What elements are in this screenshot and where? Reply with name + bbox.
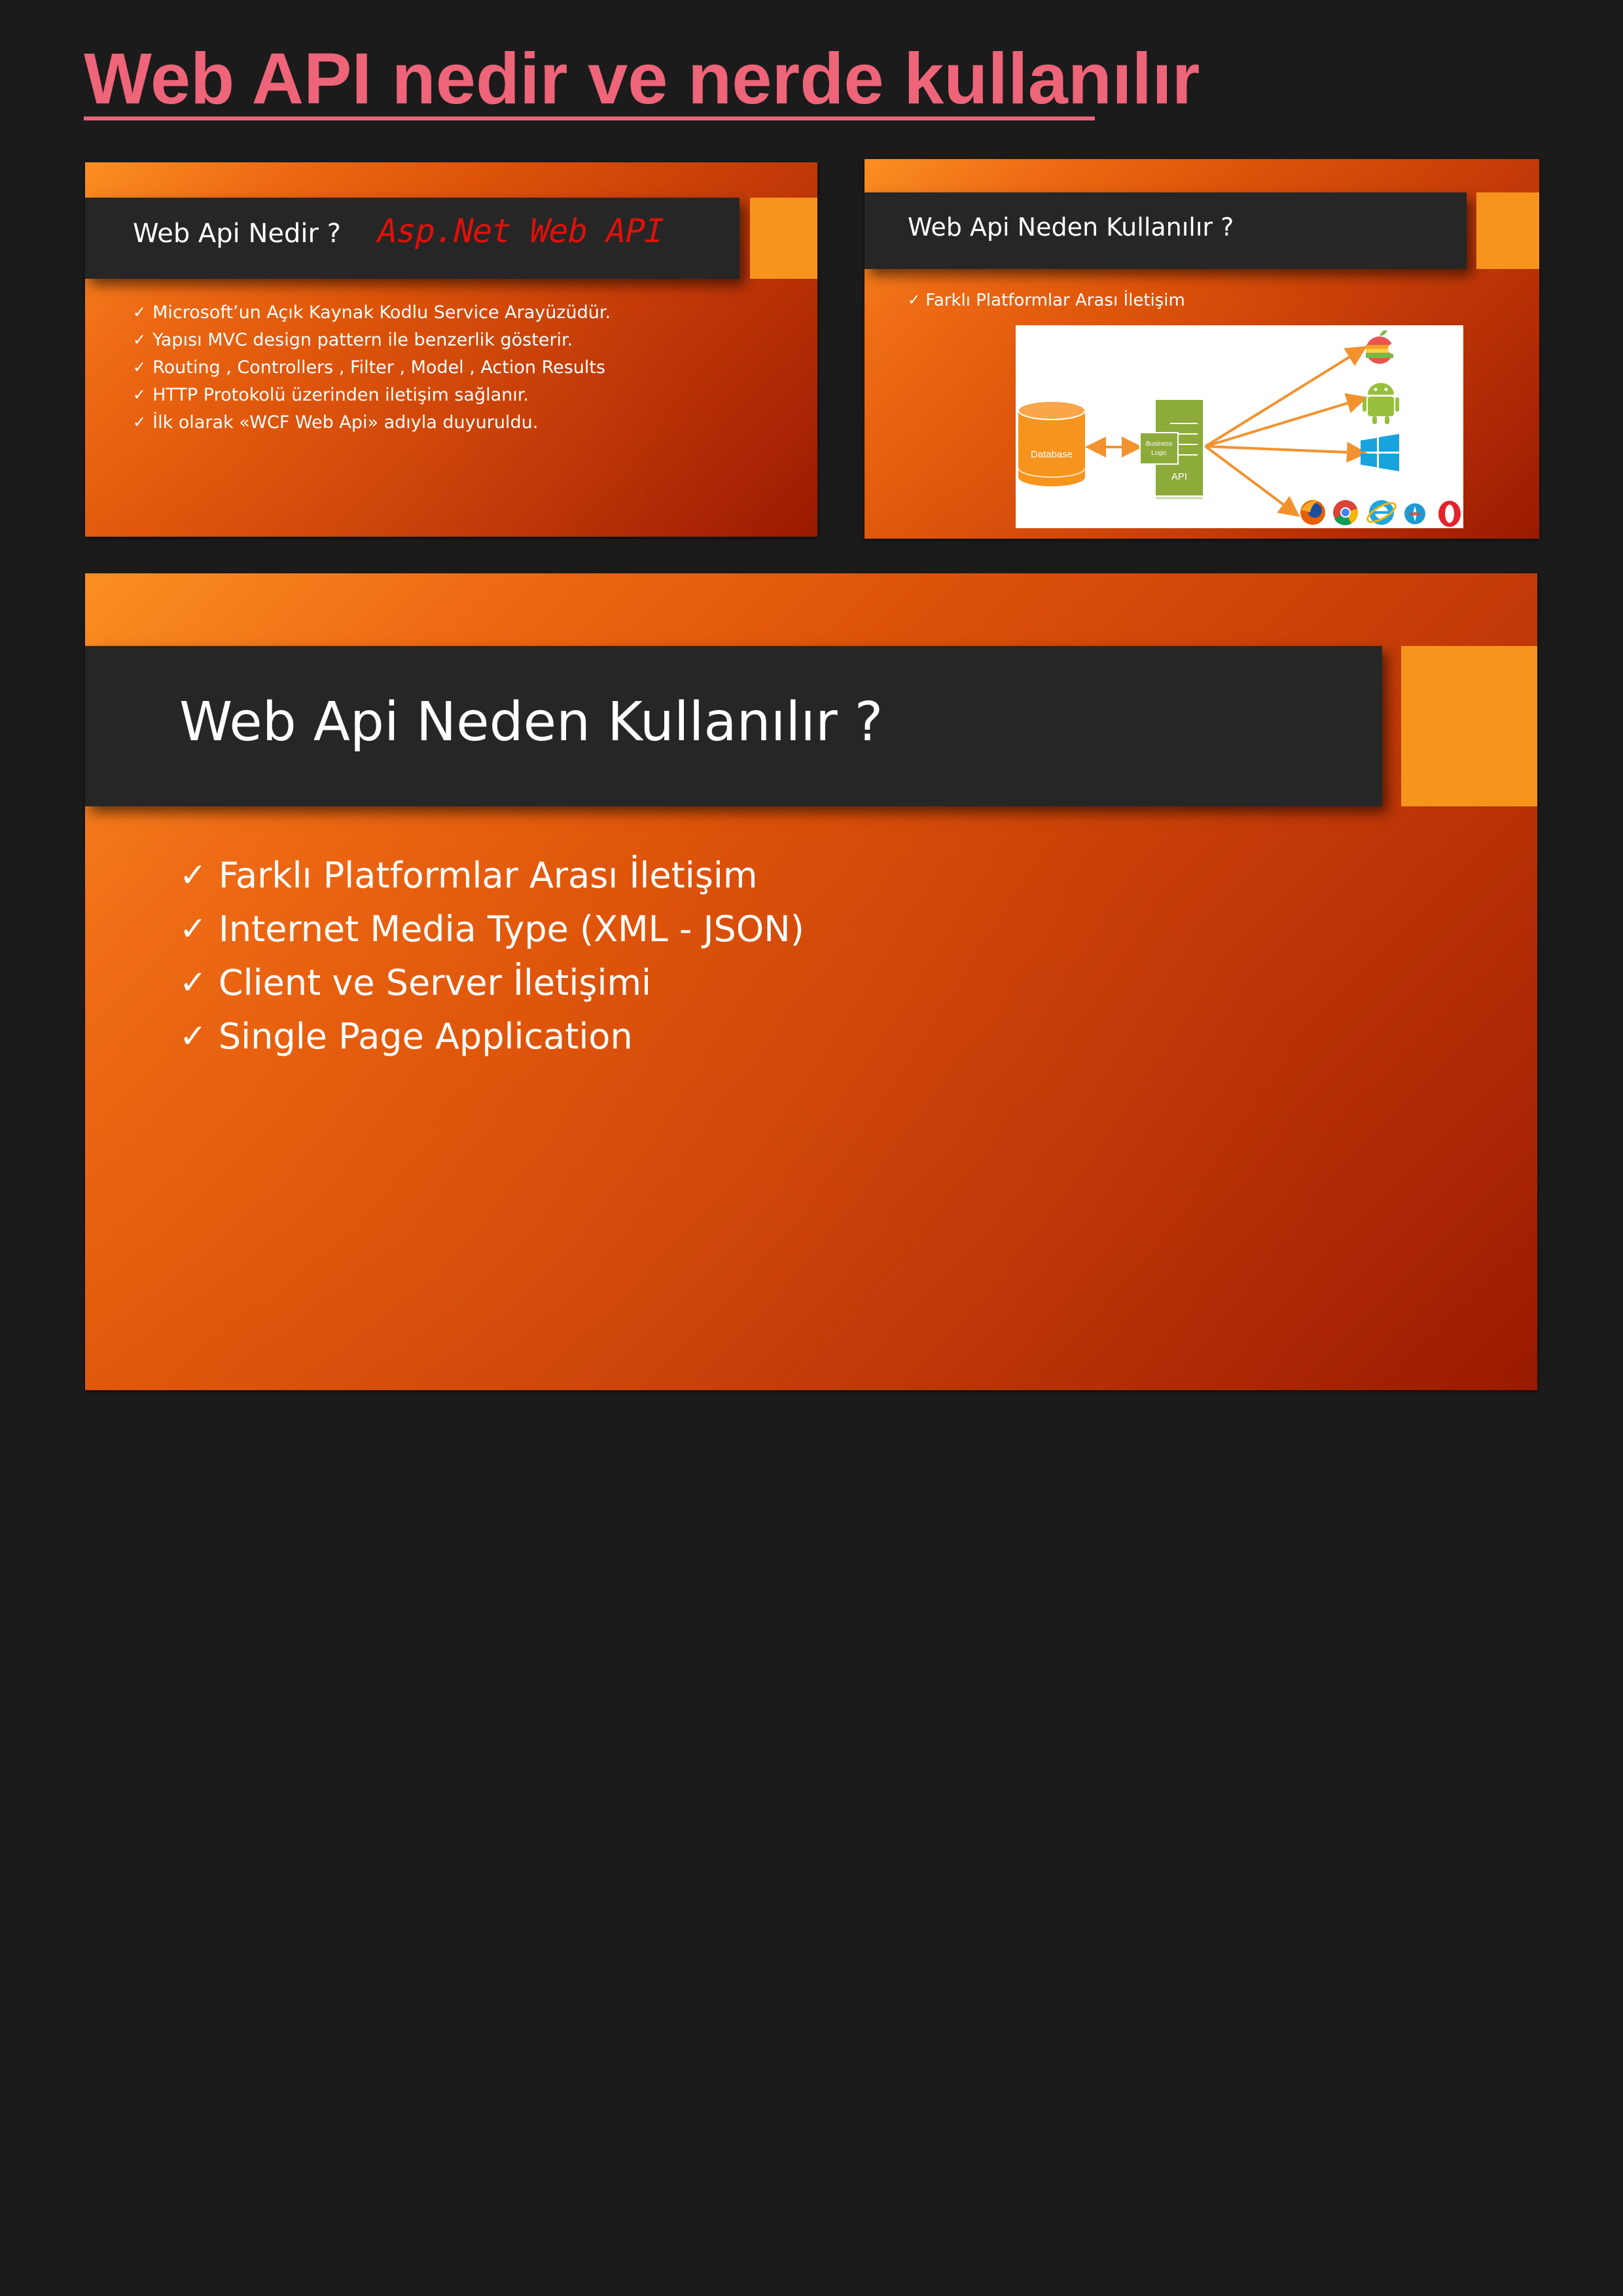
check-icon: ✓ [179, 1017, 207, 1055]
handwritten-annotation: Asp.Net Web API [373, 212, 668, 250]
opera-icon [1438, 501, 1461, 527]
bullet-item: ✓ HTTP Protokolü üzerinden iletişim sağla… [133, 381, 611, 408]
check-icon: ✓ [133, 413, 147, 431]
slide-web-api-neden-small: Web Api Neden Kullanılır ? ✓ Farklı Platf… [865, 159, 1539, 539]
android-icon [1363, 383, 1399, 424]
bullet-text: Internet Media Type (XML - JSON) [218, 908, 804, 950]
bullet-text: Microsoft’un Açık Kaynak Kodlu Service A… [152, 302, 611, 323]
slide-web-api-neden-large: Web Api Neden Kullanılır ? ✓ Farklı Platf… [85, 573, 1537, 1390]
check-icon: ✓ [133, 331, 147, 349]
check-icon: ✓ [133, 303, 147, 321]
database-icon: Database [1018, 401, 1086, 486]
bullet-text: Yapısı MVC design pattern ile benzerlik … [152, 329, 573, 350]
slide-title: Web Api Neden Kullanılır ? [908, 213, 1234, 242]
bullet-text: Routing , Controllers , Filter , Model ,… [152, 357, 606, 378]
slide-accent-square [1401, 646, 1537, 806]
bullet-item: ✓ Routing , Controllers , Filter , Model … [133, 353, 611, 381]
apple-icon [1366, 330, 1399, 364]
safari-icon [1404, 503, 1425, 524]
slide-bullet-list: ✓ Farklı Platformlar Arası İletişim [908, 287, 1185, 314]
bullet-item: ✓ Farklı Platformlar Arası İletişim [908, 287, 1185, 314]
api-label: API [1171, 471, 1187, 482]
slide-title: Web Api Nedir ? [133, 219, 341, 249]
windows-icon [1361, 434, 1399, 471]
bullet-text: Client ve Server İletişimi [218, 961, 652, 1003]
ie-icon [1366, 500, 1397, 525]
bullet-item: ✓ İlk olarak «WCF Web Api» adıyla duyurul… [133, 408, 611, 436]
bullet-item: ✓ Farklı Platformlar Arası İletişim [179, 848, 804, 902]
check-icon: ✓ [179, 963, 207, 1001]
check-icon: ✓ [908, 292, 921, 309]
slide-bullet-list: ✓ Microsoft’un Açık Kaynak Kodlu Service … [133, 298, 611, 436]
business-logic-label: Business [1146, 440, 1173, 448]
check-icon: ✓ [179, 910, 207, 948]
database-label: Database [1031, 449, 1073, 460]
slide-accent-square [750, 198, 817, 279]
slide-accent-square [1476, 192, 1539, 269]
bullet-text: Farklı Platformlar Arası İletişim [925, 291, 1185, 310]
connector-arrows [1204, 346, 1368, 517]
firefox-icon [1300, 500, 1325, 525]
chrome-icon [1333, 500, 1359, 526]
architecture-diagram-svg: Database API Business Logic [1018, 330, 1461, 527]
slide-web-api-nedir: Web Api Nedir ? Asp.Net Web API ✓ Microso… [85, 162, 817, 537]
architecture-diagram: Database API Business Logic [1016, 325, 1463, 528]
bullet-text: HTTP Protokolü üzerinden iletişim sağlan… [152, 384, 529, 405]
business-logic-icon: Business Logic [1139, 432, 1179, 465]
check-icon: ✓ [133, 386, 147, 404]
slide-title: Web Api Neden Kullanılır ? [179, 691, 883, 753]
page-title-underline [84, 117, 1095, 120]
bullet-item: ✓ Single Page Application [179, 1009, 804, 1063]
bullet-item: ✓ Client ve Server İletişimi [179, 956, 804, 1009]
bullet-item: ✓ Internet Media Type (XML - JSON) [179, 902, 804, 956]
business-logic-label: Logic [1151, 450, 1167, 457]
bullet-item: ✓ Yapısı MVC design pattern ile benzerlik… [133, 326, 611, 353]
bullet-text: İlk olarak «WCF Web Api» adıyla duyuruld… [152, 412, 539, 433]
bullet-text: Single Page Application [218, 1015, 633, 1057]
slide-bullet-list: ✓ Farklı Platformlar Arası İletişim ✓ Inte… [179, 848, 804, 1063]
bullet-item: ✓ Microsoft’un Açık Kaynak Kodlu Service … [133, 298, 611, 326]
check-icon: ✓ [133, 358, 147, 376]
page-title: Web API nedir ve nerde kullanılır [84, 39, 1200, 119]
bullet-text: Farklı Platformlar Arası İletişim [218, 854, 758, 896]
check-icon: ✓ [179, 856, 207, 894]
